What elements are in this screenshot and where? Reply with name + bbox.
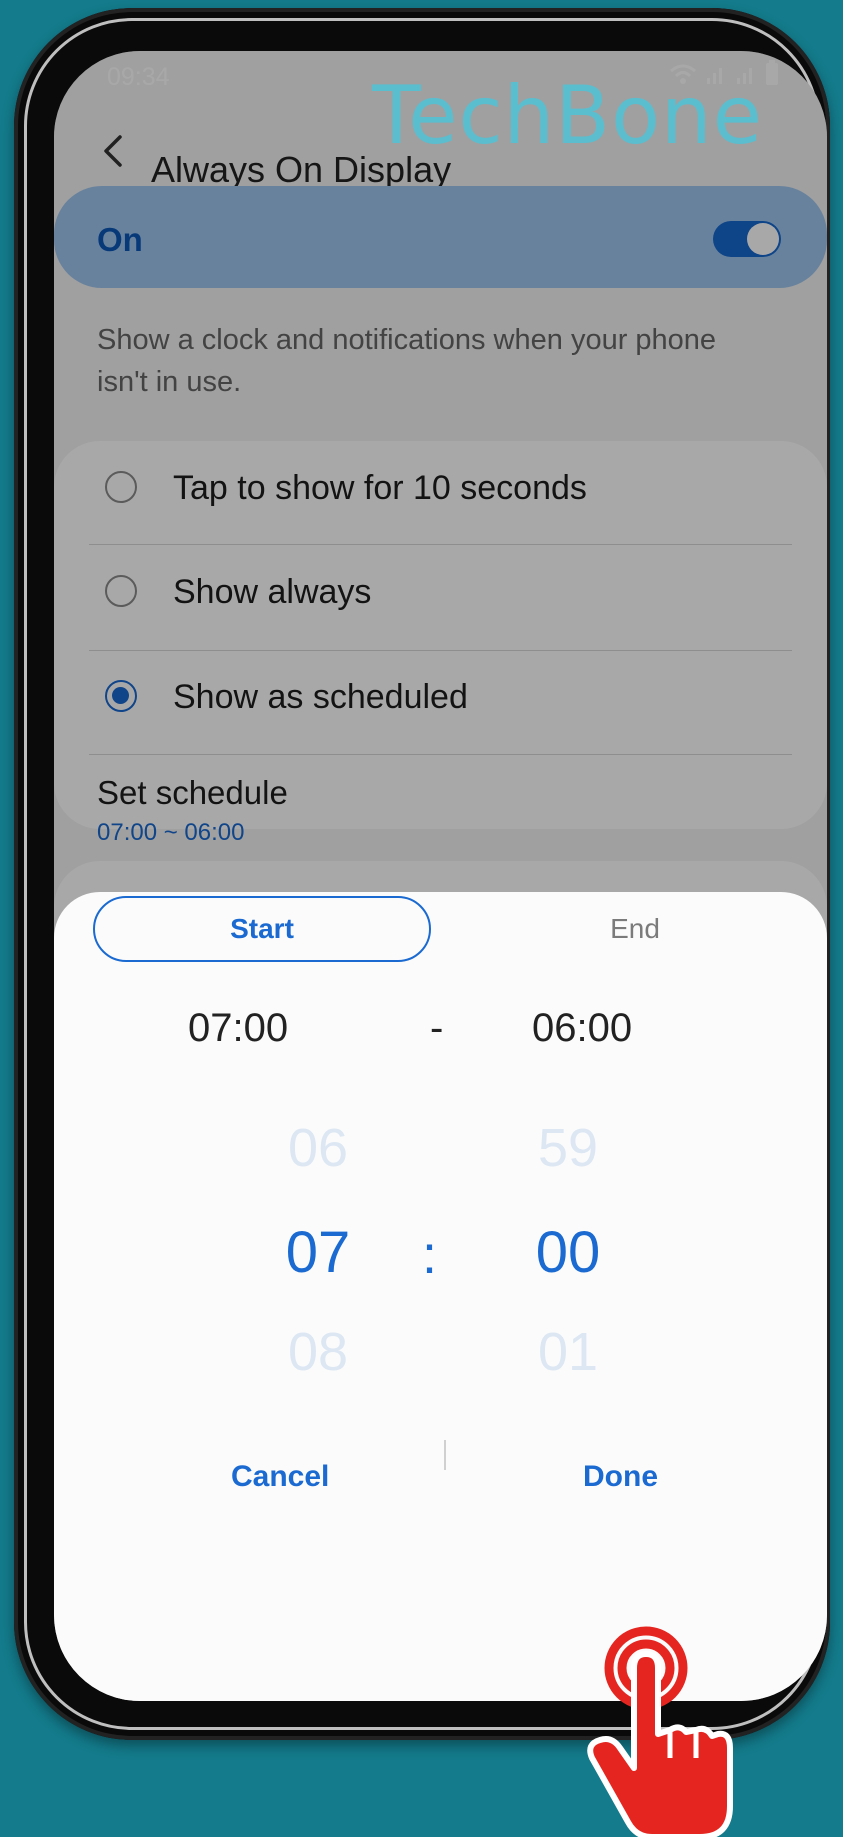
tab-start[interactable]: Start: [93, 896, 431, 962]
hour-wheel-next[interactable]: 08: [258, 1321, 378, 1383]
time-separator: -: [430, 1006, 444, 1050]
button-divider: [444, 1440, 446, 1470]
phone-frame: 09:34 Always On Display On Show a clock …: [14, 8, 830, 1740]
hour-wheel-selected[interactable]: 07: [258, 1219, 378, 1286]
done-button[interactable]: Done: [583, 1460, 658, 1494]
tab-end[interactable]: End: [466, 896, 804, 962]
cancel-button[interactable]: Cancel: [231, 1460, 329, 1494]
minute-wheel-next[interactable]: 01: [508, 1321, 628, 1383]
minute-wheel-selected[interactable]: 00: [508, 1219, 628, 1286]
start-time-display: 07:00: [188, 1006, 289, 1050]
screen: 09:34 Always On Display On Show a clock …: [54, 51, 827, 1701]
watermark-logo: TechBone: [372, 69, 763, 162]
picker-colon: :: [422, 1225, 438, 1285]
tap-pointer-icon: [587, 1626, 733, 1837]
hour-wheel-prev[interactable]: 06: [258, 1117, 378, 1179]
minute-wheel-prev[interactable]: 59: [508, 1117, 628, 1179]
end-time-display: 06:00: [532, 1006, 633, 1050]
schedule-bottom-sheet: Start End 07:00 - 06:00 06 07 08 : 59 00…: [54, 892, 827, 1701]
